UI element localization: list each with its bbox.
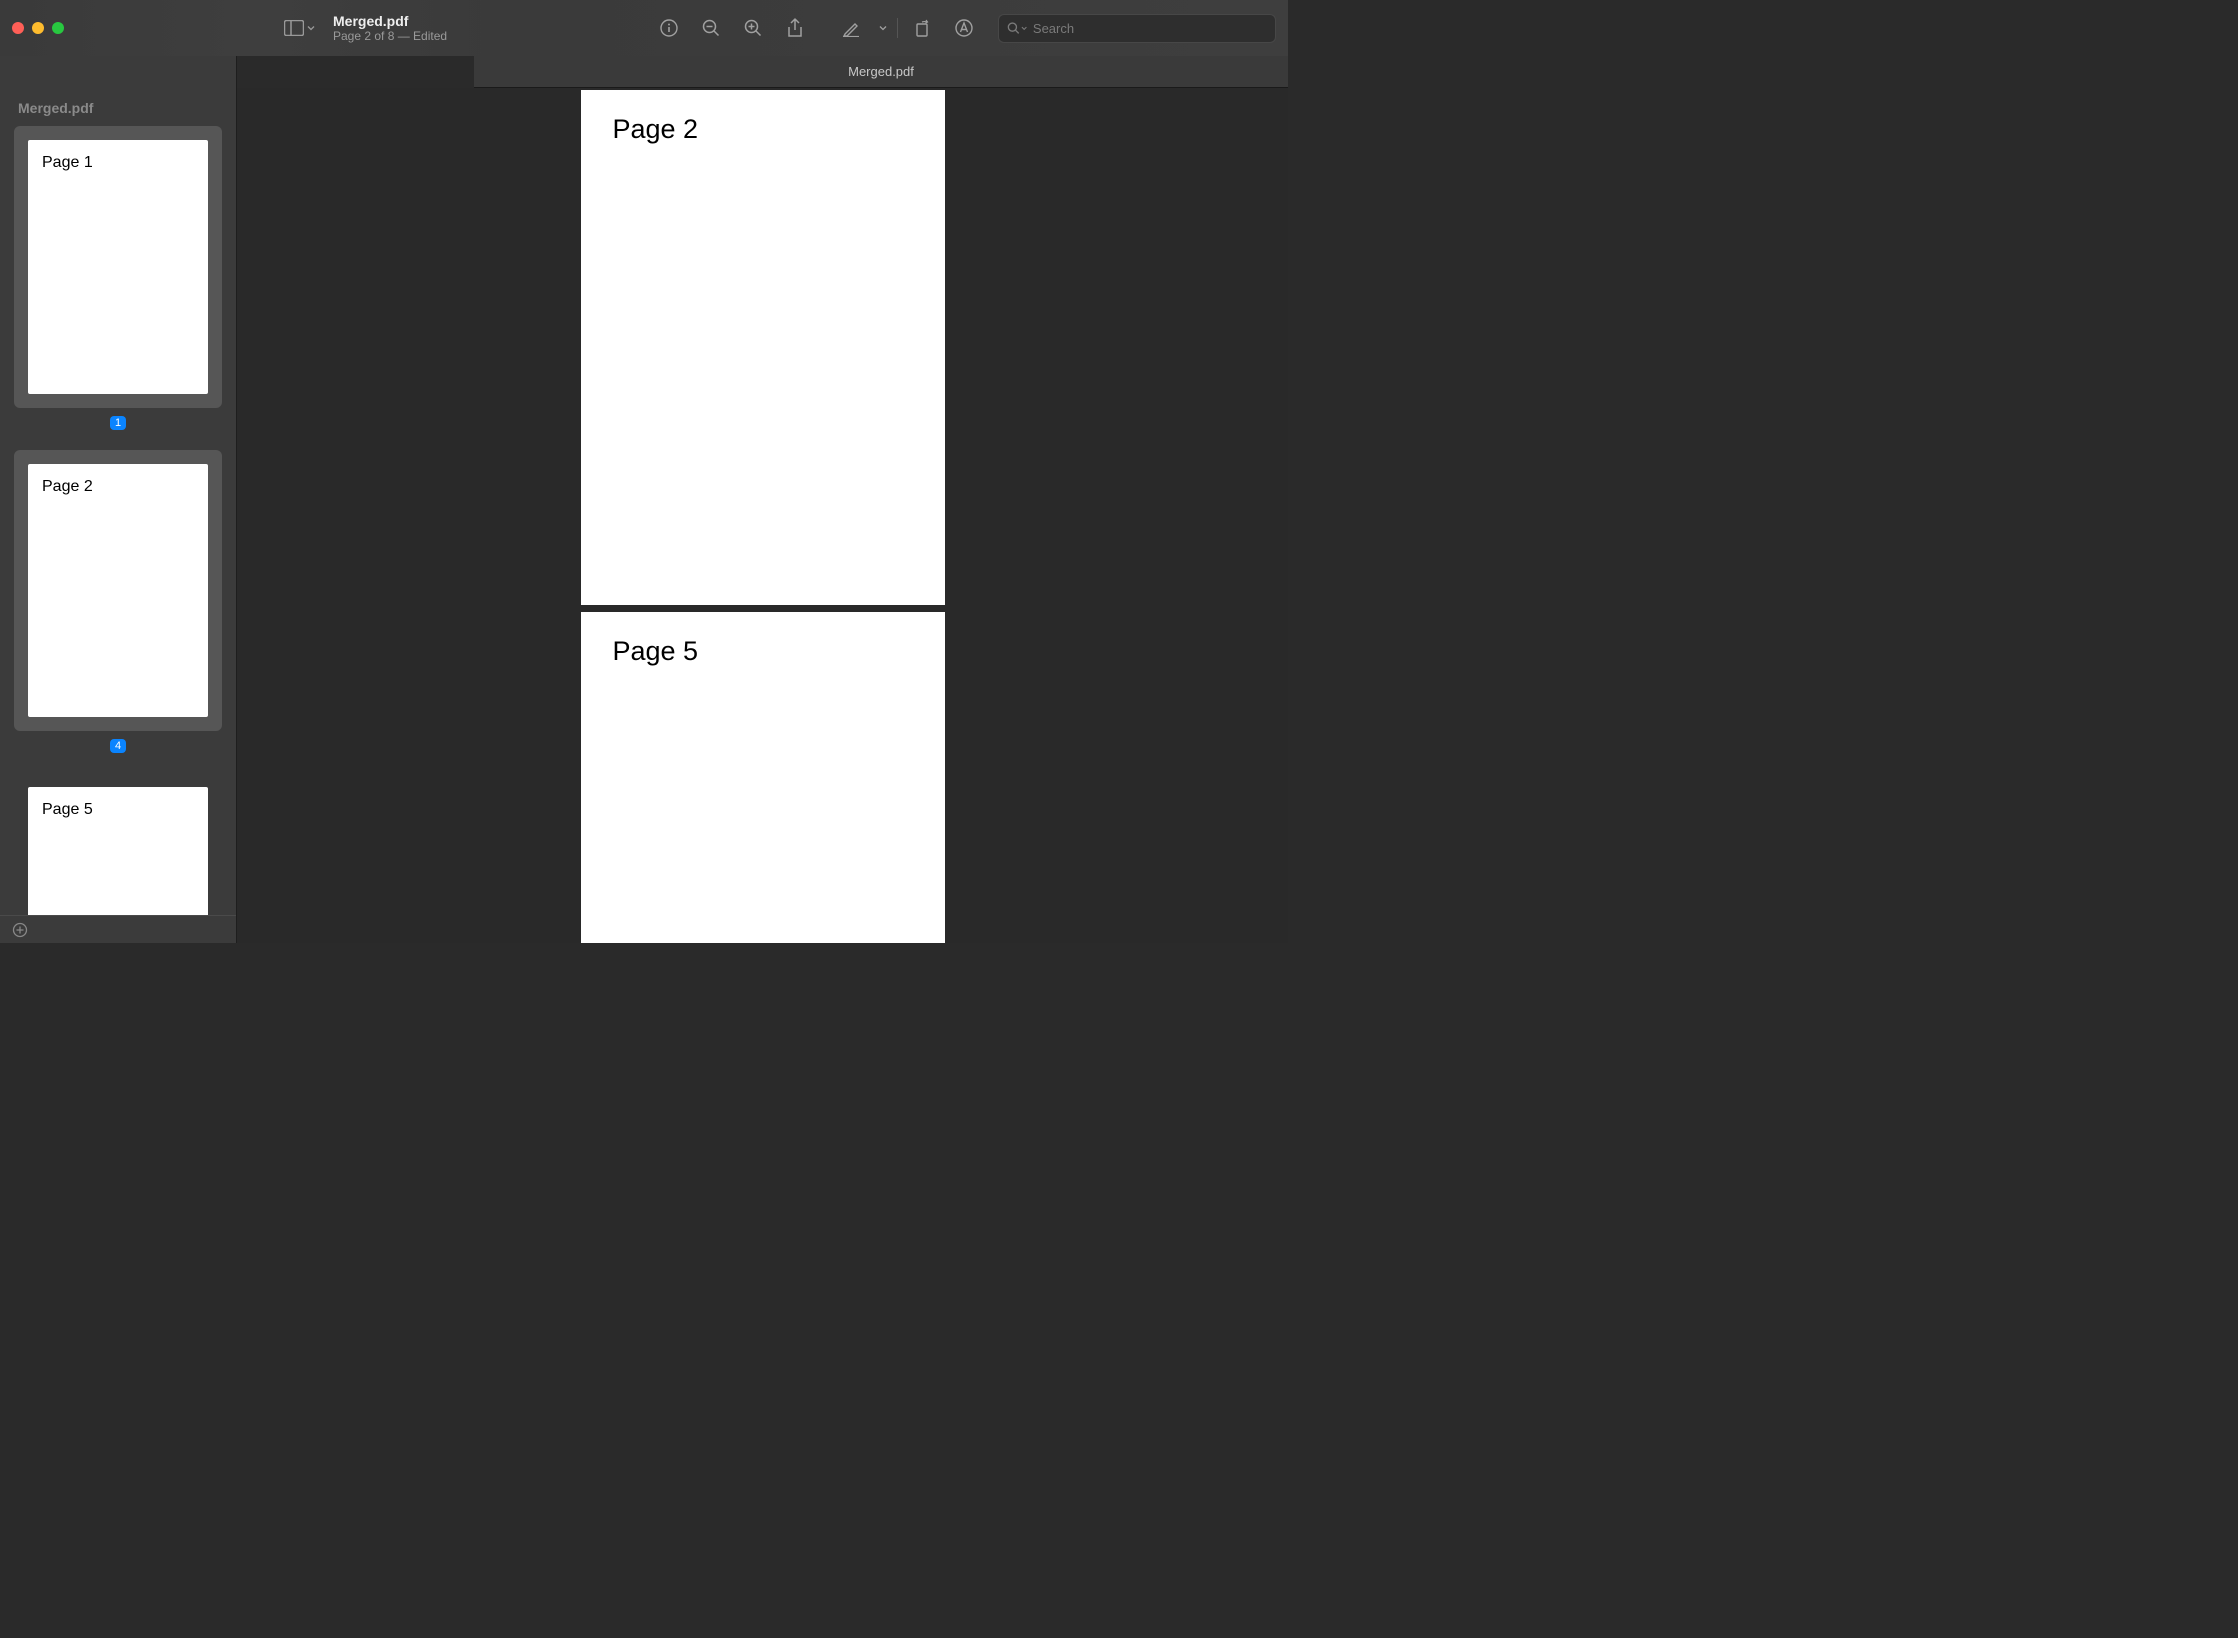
search-box[interactable] [998, 14, 1276, 43]
sidebar: Merged.pdf Page 1 1 Page 2 4 Page 5 [0, 56, 237, 943]
close-window-button[interactable] [12, 22, 24, 34]
add-icon[interactable] [12, 922, 28, 938]
thumbnail-list[interactable]: Page 1 1 Page 2 4 Page 5 [0, 126, 236, 915]
thumbnail-item[interactable]: Page 2 4 [14, 450, 222, 754]
chevron-down-icon [307, 25, 315, 31]
toolbar-divider [897, 18, 898, 38]
chevron-down-icon [1021, 26, 1027, 31]
thumbnail-page: Page 5 [28, 787, 208, 915]
zoom-out-button[interactable] [691, 12, 731, 44]
document-view[interactable]: Page 2 Page 5 [237, 88, 1288, 943]
toolbar [649, 12, 984, 44]
thumbnail-page-number: 4 [110, 739, 126, 753]
rotate-icon [913, 19, 931, 37]
highlight-menu-button[interactable] [873, 12, 893, 44]
titlebar[interactable]: Merged.pdf Page 2 of 8 — Edited [0, 0, 1288, 56]
thumbnail-item[interactable]: Page 5 [14, 773, 222, 915]
tab-bar[interactable]: Merged.pdf [474, 56, 1288, 88]
zoom-in-icon [744, 19, 762, 37]
sidebar-icon [284, 20, 304, 36]
sidebar-toggle-button[interactable] [284, 20, 315, 36]
document-page: Page 2 [581, 90, 945, 605]
thumbnail-item[interactable]: Page 1 1 [14, 126, 222, 430]
highlight-icon [842, 19, 860, 37]
search-icon [1007, 21, 1020, 35]
thumbnail-page: Page 2 [28, 464, 208, 718]
info-button[interactable] [649, 12, 689, 44]
document-title: Merged.pdf [333, 13, 447, 29]
thumbnail-page: Page 1 [28, 140, 208, 394]
markup-icon [955, 19, 973, 37]
share-icon [787, 18, 803, 38]
title-block: Merged.pdf Page 2 of 8 — Edited [333, 13, 447, 43]
share-button[interactable] [775, 12, 815, 44]
tab-title: Merged.pdf [848, 64, 914, 79]
sidebar-document-name: Merged.pdf [0, 56, 236, 126]
sidebar-footer [0, 915, 236, 943]
document-page: Page 5 [581, 612, 945, 943]
chevron-down-icon [879, 25, 887, 31]
search-input[interactable] [1033, 21, 1267, 36]
highlight-button[interactable] [831, 12, 871, 44]
zoom-in-button[interactable] [733, 12, 773, 44]
info-icon [660, 19, 678, 37]
minimize-window-button[interactable] [32, 22, 44, 34]
markup-button[interactable] [944, 12, 984, 44]
document-subtitle: Page 2 of 8 — Edited [333, 29, 447, 43]
rotate-button[interactable] [902, 12, 942, 44]
window-controls [12, 22, 64, 34]
maximize-window-button[interactable] [52, 22, 64, 34]
thumbnail-page-number: 1 [110, 416, 126, 430]
zoom-out-icon [702, 19, 720, 37]
